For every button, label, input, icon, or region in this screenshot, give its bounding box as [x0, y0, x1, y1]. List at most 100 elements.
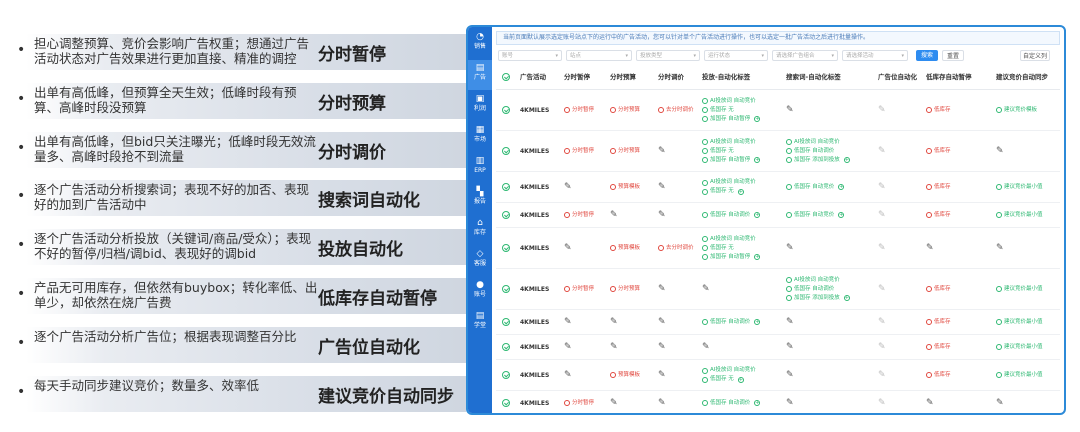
campaign-name[interactable]: 4KMILES [520, 400, 549, 407]
add-icon[interactable]: + [754, 400, 761, 406]
edit-pencil-icon[interactable]: ✎ [658, 182, 666, 192]
sidebar-item-5[interactable]: ▥ ERP [468, 153, 492, 183]
filter-select[interactable]: 站点 ▾ [566, 50, 632, 61]
search-term-automation-tag[interactable]: AI投放词 自动竞价 [786, 138, 850, 147]
add-icon[interactable]: + [754, 212, 761, 218]
filter-select[interactable]: 请选择广告组合 ▾ [772, 50, 838, 61]
edit-pencil-icon[interactable]: ✎ [786, 105, 794, 115]
edit-pencil-icon[interactable]: ✎ [658, 146, 666, 156]
edit-pencil-icon[interactable]: ✎ [878, 317, 886, 327]
edit-pencil-icon[interactable]: ✎ [658, 284, 666, 294]
edit-pencil-icon[interactable]: ✎ [786, 342, 794, 352]
search-term-automation-tag[interactable]: 低国存 自动调价 [786, 285, 850, 294]
add-icon[interactable]: + [737, 188, 744, 195]
edit-pencil-icon[interactable]: ✎ [786, 370, 794, 380]
edit-pencil-icon[interactable]: ✎ [610, 317, 618, 327]
row-checkbox[interactable] [502, 371, 510, 379]
edit-pencil-icon[interactable]: ✎ [996, 398, 1004, 408]
bid-sync-tag[interactable]: 建议竞价模板 [996, 106, 1037, 115]
campaign-name[interactable]: 4KMILES [520, 184, 549, 191]
campaign-name[interactable]: 4KMILES [520, 107, 549, 114]
filter-select[interactable]: 请选择活动 ▾ [842, 50, 908, 61]
select-all-checkbox[interactable] [502, 73, 510, 81]
target-automation-tag[interactable]: 低国存 自动调价 + [702, 318, 761, 327]
low-stock-tag[interactable]: 低库存 [926, 318, 951, 327]
sidebar-item-6[interactable]: ▚ 报告 [468, 184, 492, 214]
low-stock-tag[interactable]: 低库存 [926, 211, 951, 220]
edit-pencil-icon[interactable]: ✎ [610, 210, 618, 220]
edit-pencil-icon[interactable]: ✎ [610, 342, 618, 352]
row-checkbox[interactable] [502, 399, 510, 407]
edit-pencil-icon[interactable]: ✎ [564, 342, 572, 352]
bid-sync-tag[interactable]: 建议竞价最小值 [996, 211, 1043, 220]
bid-sync-tag[interactable]: 建议竞价最小值 [996, 371, 1043, 380]
low-stock-tag[interactable]: 低库存 [926, 285, 951, 294]
target-automation-tag[interactable]: 低国存 自动调价 + [702, 399, 761, 408]
edit-pencil-icon[interactable]: ✎ [878, 284, 886, 294]
add-icon[interactable]: + [754, 319, 761, 325]
custom-columns-button[interactable]: 自定义列 [1020, 50, 1050, 61]
target-automation-tag[interactable]: 低国存 自动调价 + [702, 211, 761, 220]
edit-pencil-icon[interactable]: ✎ [786, 243, 794, 253]
target-automation-tag[interactable]: AI投放词 自动竞价 [702, 366, 756, 375]
low-stock-tag[interactable]: 低库存 [926, 183, 951, 192]
low-stock-tag[interactable]: 低库存 [926, 147, 951, 156]
pause-tag[interactable]: 分时暂停 [564, 285, 594, 294]
target-automation-tag[interactable]: AI投放词 自动竞价 [702, 178, 756, 187]
edit-pencil-icon[interactable]: ✎ [786, 317, 794, 327]
edit-pencil-icon[interactable]: ✎ [878, 105, 886, 115]
edit-pencil-icon[interactable]: ✎ [702, 284, 710, 294]
bid-tag[interactable]: 去分时调价 [658, 106, 694, 115]
sidebar-item-3[interactable]: ▣ 利润 [468, 91, 492, 121]
edit-pencil-icon[interactable]: ✎ [658, 317, 666, 327]
low-stock-tag[interactable]: 低库存 [926, 343, 951, 352]
sidebar-item-1[interactable]: ◔ 销售 [468, 29, 492, 59]
add-icon[interactable]: + [754, 157, 761, 163]
row-checkbox[interactable] [502, 244, 510, 252]
target-automation-tag[interactable]: 加国存 自动暂停 + [702, 115, 761, 124]
add-icon[interactable]: + [843, 157, 850, 163]
search-term-automation-tag[interactable]: 加国存 添加到投放 + [786, 156, 850, 165]
campaign-name[interactable]: 4KMILES [520, 372, 549, 379]
sidebar-item-10[interactable]: ▤ 学堂 [468, 308, 492, 338]
filter-select[interactable]: 账号 ▾ [498, 50, 562, 61]
edit-pencil-icon[interactable]: ✎ [702, 342, 710, 352]
budget-tag[interactable]: 分时预算 [610, 285, 640, 294]
target-automation-tag[interactable]: 低国存 无 [702, 147, 760, 156]
target-automation-tag[interactable]: 加国存 自动暂停 + [702, 156, 761, 165]
sidebar-item-9[interactable]: ● 账号 [468, 277, 492, 307]
row-checkbox[interactable] [502, 106, 510, 114]
edit-pencil-icon[interactable]: ✎ [658, 398, 666, 408]
row-checkbox[interactable] [502, 343, 510, 351]
search-term-automation-tag[interactable]: 加国存 添加到投放 + [786, 294, 850, 303]
target-automation-tag[interactable]: 低国存 无 + [702, 187, 756, 196]
sidebar-item-4[interactable]: ▦ 市场 [468, 122, 492, 152]
bid-sync-tag[interactable]: 建议竞价最小值 [996, 285, 1043, 294]
row-checkbox[interactable] [502, 147, 510, 155]
low-stock-tag[interactable]: 低库存 [926, 106, 951, 115]
search-term-automation-tag[interactable]: 低国存 自动调价 [786, 147, 850, 156]
sidebar-item-7[interactable]: ⌂ 库存 [468, 215, 492, 245]
add-icon[interactable]: + [754, 116, 761, 122]
campaign-name[interactable]: 4KMILES [520, 148, 549, 155]
target-automation-tag[interactable]: 加国存 自动暂停 + [702, 253, 761, 262]
add-icon[interactable]: + [838, 184, 845, 190]
row-checkbox[interactable] [502, 211, 510, 219]
target-automation-tag[interactable]: 低国存 无 [702, 244, 760, 253]
target-automation-tag[interactable]: AI投放词 自动竞价 [702, 97, 760, 106]
edit-pencil-icon[interactable]: ✎ [658, 342, 666, 352]
pause-tag[interactable]: 分时暂停 [564, 106, 594, 115]
add-icon[interactable]: + [737, 376, 744, 383]
edit-pencil-icon[interactable]: ✎ [610, 398, 618, 408]
add-icon[interactable]: + [754, 254, 761, 260]
edit-pencil-icon[interactable]: ✎ [878, 370, 886, 380]
target-automation-tag[interactable]: 低国存 无 + [702, 375, 756, 384]
low-stock-tag[interactable]: 低库存 [926, 371, 951, 380]
row-checkbox[interactable] [502, 285, 510, 293]
target-automation-tag[interactable]: AI投放词 自动竞价 [702, 235, 760, 244]
row-checkbox[interactable] [502, 183, 510, 191]
campaign-name[interactable]: 4KMILES [520, 286, 549, 293]
edit-pencil-icon[interactable]: ✎ [564, 370, 572, 380]
search-button[interactable]: 搜索 [916, 50, 938, 61]
campaign-name[interactable]: 4KMILES [520, 212, 549, 219]
